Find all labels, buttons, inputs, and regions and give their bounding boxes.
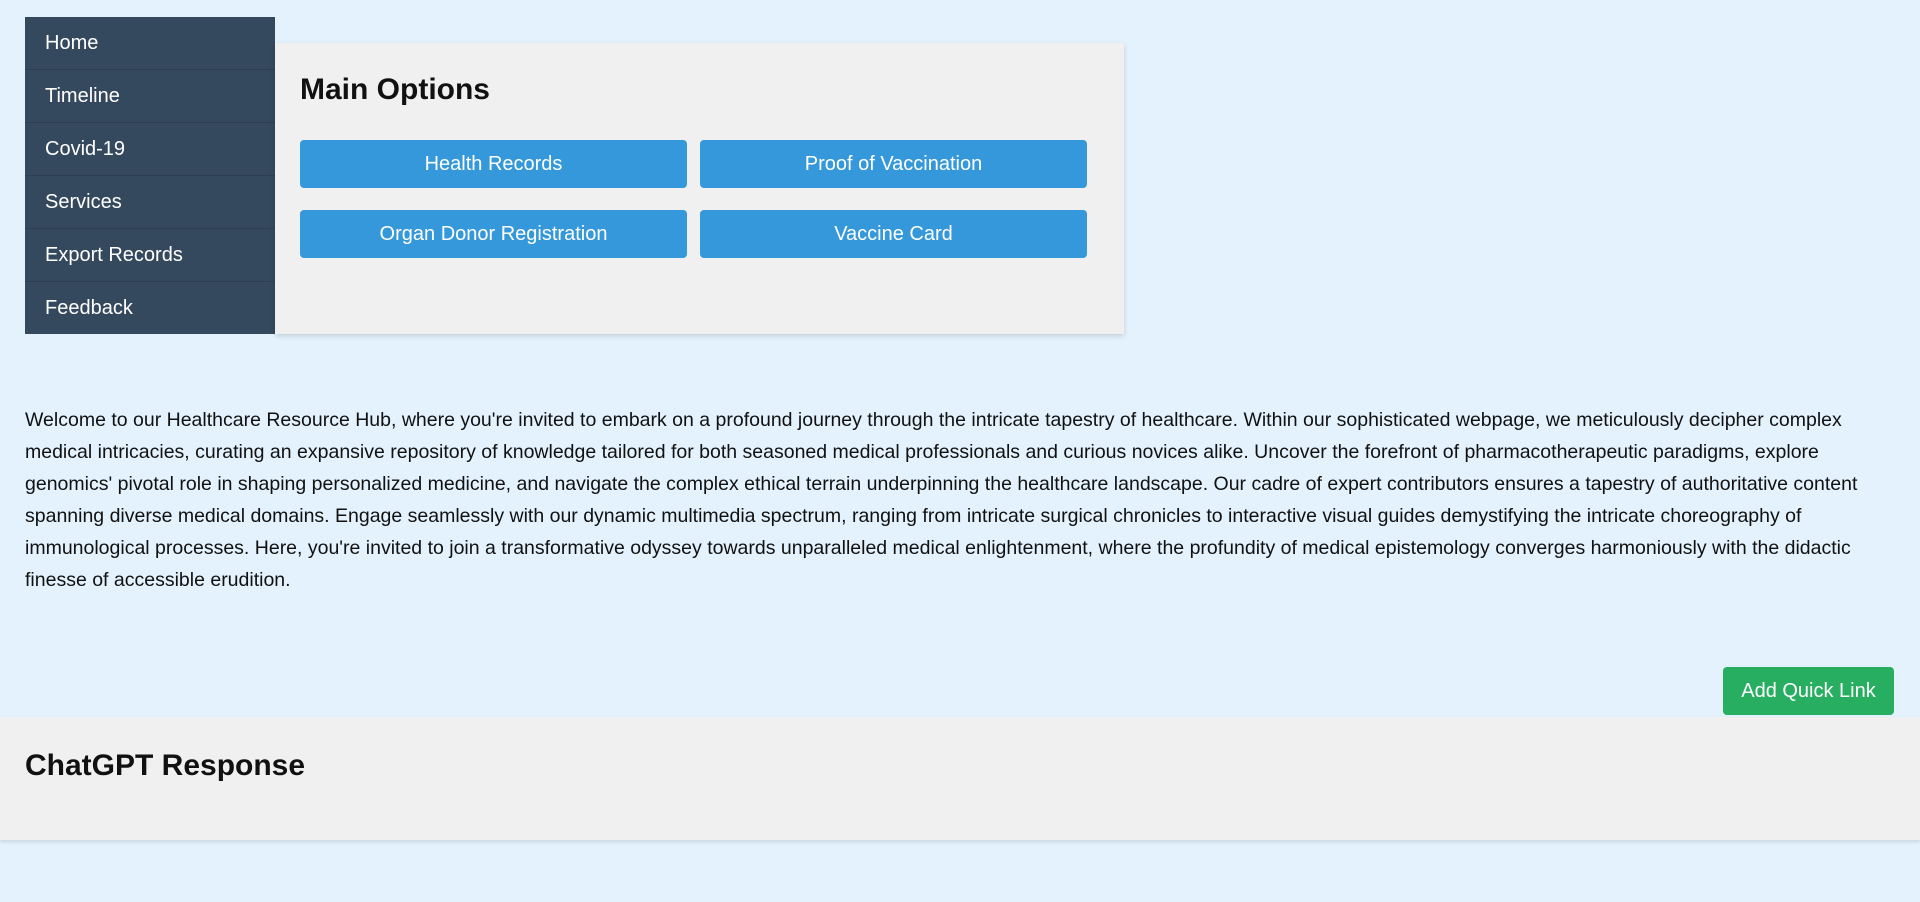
sidebar-item-export-records[interactable]: Export Records xyxy=(25,229,275,282)
sidebar-item-feedback[interactable]: Feedback xyxy=(25,282,275,334)
chatgpt-response-panel: ChatGPT Response xyxy=(0,717,1920,840)
proof-of-vaccination-button[interactable]: Proof of Vaccination xyxy=(700,140,1087,188)
sidebar-item-covid-19[interactable]: Covid-19 xyxy=(25,123,275,176)
vaccine-card-button[interactable]: Vaccine Card xyxy=(700,210,1087,258)
sidebar-item-timeline[interactable]: Timeline xyxy=(25,70,275,123)
add-quick-link-button[interactable]: Add Quick Link xyxy=(1723,667,1894,715)
sidebar-nav: Home Timeline Covid-19 Services Export R… xyxy=(25,17,275,334)
sidebar-item-home[interactable]: Home xyxy=(25,17,275,70)
chatgpt-response-title: ChatGPT Response xyxy=(25,749,306,782)
intro-paragraph: Welcome to our Healthcare Resource Hub, … xyxy=(25,409,1858,591)
health-records-button[interactable]: Health Records xyxy=(300,140,687,188)
main-options-title: Main Options xyxy=(300,73,490,106)
sidebar-item-services[interactable]: Services xyxy=(25,176,275,229)
main-options-panel: Main Options Health Records Proof of Vac… xyxy=(275,43,1124,334)
organ-donor-registration-button[interactable]: Organ Donor Registration xyxy=(300,210,687,258)
